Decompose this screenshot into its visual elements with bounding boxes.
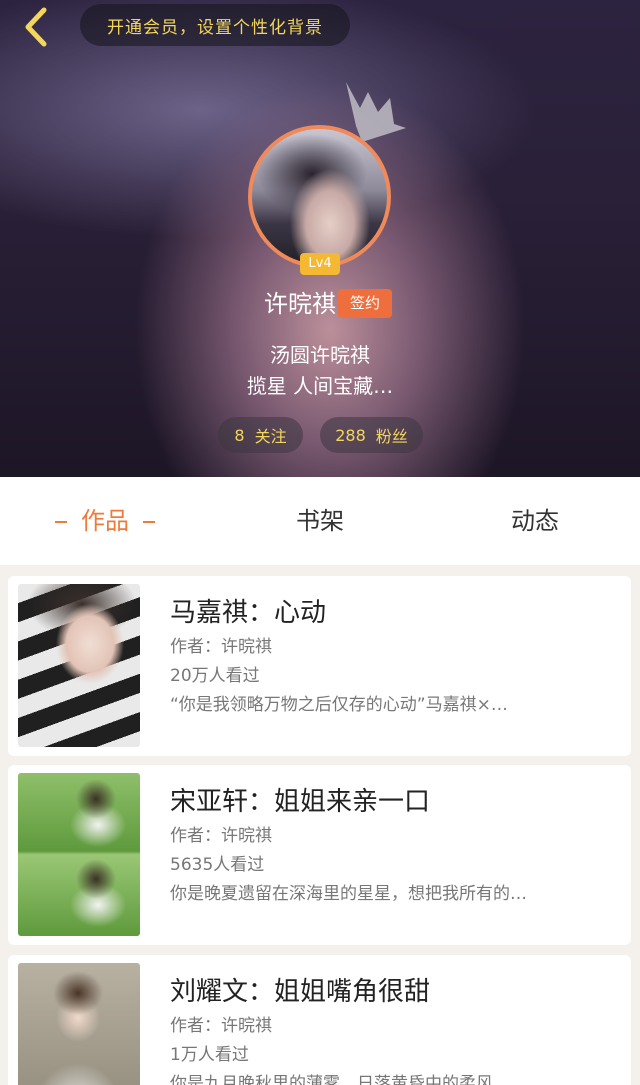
fans-count: 288: [335, 425, 366, 445]
work-description: “你是我领略万物之后仅存的心动”马嘉祺×…: [170, 695, 508, 715]
tab-activity[interactable]: 动态: [460, 477, 610, 565]
following-stat-button[interactable]: 8 关注: [218, 417, 303, 453]
tab-works-label: 作品: [81, 507, 129, 535]
work-card[interactable]: 马嘉祺：心动 作者：许晥祺 20万人看过 “你是我领略万物之后仅存的心动”马嘉祺…: [8, 576, 631, 756]
tab-indicator-left: [55, 521, 67, 523]
tab-activity-label: 动态: [511, 507, 559, 535]
work-description: 你是九月晚秋里的薄雾，日落黄昏中的柔风…: [170, 1074, 510, 1085]
back-arrow-icon[interactable]: [14, 4, 58, 50]
profile-tabs: 作品 书架 动态: [0, 477, 640, 565]
work-author: 作者：许晥祺: [170, 1016, 272, 1036]
membership-prompt-label: 开通会员，设置个性化背景: [107, 17, 323, 38]
membership-prompt-button[interactable]: 开通会员，设置个性化背景: [80, 4, 350, 46]
profile-header: 开通会员，设置个性化背景 Lv4 许晥祺 签约 汤圆许晥祺 揽星 人间宝藏… 8…: [0, 0, 640, 477]
work-cover-image: [18, 773, 140, 936]
avatar-image: [248, 125, 391, 268]
following-label: 关注: [254, 427, 287, 446]
work-cover-image: [18, 963, 140, 1085]
work-card[interactable]: 刘耀文：姐姐嘴角很甜 作者：许晥祺 1万人看过 你是九月晚秋里的薄雾，日落黄昏中…: [8, 955, 631, 1085]
username: 许晥祺: [264, 290, 336, 318]
work-views: 5635人看过: [170, 855, 265, 875]
bio-line-2: 揽星 人间宝藏…: [246, 374, 394, 398]
following-count: 8: [234, 425, 245, 445]
work-card[interactable]: 宋亚轩：姐姐来亲一口 作者：许晥祺 5635人看过 你是晚夏遗留在深海里的星星，…: [8, 765, 631, 945]
tab-bookshelf-label: 书架: [296, 507, 344, 535]
work-title: 刘耀文：姐姐嘴角很甜: [170, 977, 431, 1007]
fans-stat-button[interactable]: 288 粉丝: [320, 417, 423, 453]
work-title: 马嘉祺：心动: [170, 598, 327, 628]
work-title: 宋亚轩：姐姐来亲一口: [170, 787, 431, 817]
work-description: 你是晚夏遗留在深海里的星星，想把我所有的…: [170, 884, 527, 904]
work-author: 作者：许晥祺: [170, 826, 272, 846]
work-views: 20万人看过: [170, 666, 260, 686]
tab-bookshelf[interactable]: 书架: [245, 477, 395, 565]
avatar[interactable]: [248, 125, 391, 268]
work-author: 作者：许晥祺: [170, 637, 272, 657]
work-views: 1万人看过: [170, 1045, 249, 1065]
signed-badge: 签约: [338, 289, 392, 318]
work-cover-image: [18, 584, 140, 747]
tab-works[interactable]: 作品: [30, 477, 180, 565]
tab-indicator-right: [143, 521, 155, 523]
bio-line-1: 汤圆许晥祺: [270, 343, 370, 367]
level-badge: Lv4: [300, 253, 340, 275]
fans-label: 粉丝: [375, 427, 408, 446]
